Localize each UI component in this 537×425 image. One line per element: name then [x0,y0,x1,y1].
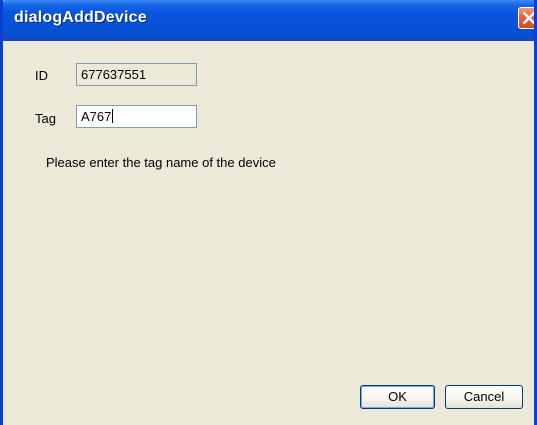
close-icon [522,11,534,25]
tag-label: Tag [35,111,56,126]
id-field[interactable]: 677637551 [76,63,197,86]
text-caret [112,109,114,123]
tag-input[interactable]: A767 [76,105,197,128]
instruction-text: Please enter the tag name of the device [46,155,276,170]
dialog-window: dialogAddDevice ID 677637551 Tag A767 Pl… [0,0,537,425]
id-label: ID [35,68,48,83]
close-button[interactable] [518,7,534,29]
tag-value: A767 [81,109,112,124]
id-value: 677637551 [81,67,147,82]
ok-button[interactable]: OK [360,385,435,409]
window-title: dialogAddDevice [14,9,147,26]
cancel-button[interactable]: Cancel [445,385,523,409]
title-bar[interactable]: dialogAddDevice [3,0,534,41]
